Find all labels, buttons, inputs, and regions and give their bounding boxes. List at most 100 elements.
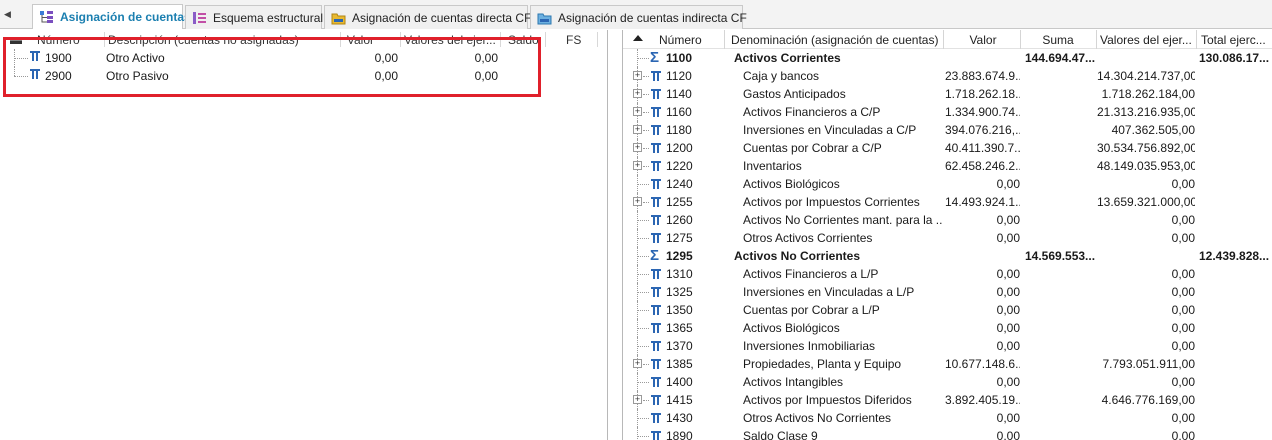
tab-scroll-left-icon[interactable]: ◀ (4, 9, 11, 20)
table-row[interactable]: +1160 Activos Financieros a C/P 1.334.900.… (623, 103, 1272, 121)
expand-icon[interactable]: + (633, 89, 642, 98)
expand-icon[interactable]: + (633, 161, 642, 170)
table-row[interactable]: +1220 Inventarios 62.458.246.2... 48.149.03… (623, 157, 1272, 175)
account-number: 1240 (666, 177, 693, 191)
account-denominacion: Propiedades, Planta y Equipo (743, 357, 902, 371)
tab-label: Asignación de cuentas indirecta CF (558, 10, 747, 25)
expand-icon[interactable]: + (633, 71, 642, 80)
account-value: 0,00 (996, 339, 1020, 353)
account-value: 62.458.246.2... (945, 159, 1020, 173)
tab-asignacion-indirecta-cf[interactable]: Asignación de cuentas indirecta CF (530, 5, 747, 29)
sort-ascending-icon[interactable] (633, 35, 643, 41)
account-number: 1200 (666, 141, 693, 155)
table-row[interactable]: 1370 Inversiones Inmobiliarias 0,00 0,00 (623, 337, 1272, 355)
account-value: 394.076.216,... (945, 123, 1020, 137)
account-prior-value: 21.313.216.935,00 (1097, 105, 1195, 119)
tab-label: Esquema estructural (213, 10, 324, 25)
tab-asignacion-cuentas[interactable]: Asignación de cuentas (32, 4, 191, 29)
account-icon (651, 179, 661, 189)
expand-icon[interactable]: + (633, 197, 642, 206)
account-value: 1.334.900.74... (945, 105, 1020, 119)
account-prior-value: 48.149.035.953,00 (1097, 159, 1195, 173)
account-value: 0,00 (996, 213, 1020, 227)
account-value: 0,00 (996, 321, 1020, 335)
sum-row[interactable]: Σ 1100 Activos Corrientes 144.694.47... 130.… (623, 49, 1272, 67)
account-number: 1260 (666, 213, 693, 227)
right-table-header: Número Denominación (asignación de cuent… (623, 30, 1272, 49)
tab-bar: ◀ Asignación de cuentas Esquema estructu… (0, 0, 1272, 29)
account-icon (651, 269, 661, 279)
account-icon (651, 125, 661, 135)
column-header-fs[interactable]: FS (566, 33, 586, 47)
account-denominacion: Caja y bancos (743, 69, 820, 83)
hierarchy-icon (39, 10, 54, 24)
column-header-numero[interactable]: Número (659, 33, 723, 47)
tab-label: Asignación de cuentas (60, 10, 191, 24)
expand-icon[interactable]: + (633, 143, 642, 152)
table-row[interactable]: 1430 Otros Activos No Corrientes 0,00 0,00 (623, 409, 1272, 427)
account-number: 1365 (666, 321, 693, 335)
account-sum: 144.694.47... (1025, 51, 1096, 65)
table-row[interactable]: 1275 Otros Activos Corrientes 0,00 0,00 (623, 229, 1272, 247)
account-number: 1295 (666, 249, 693, 263)
column-header-total-ejercicio[interactable]: Total ejerc... (1201, 33, 1272, 47)
account-value: 23.883.674.9... (945, 69, 1020, 83)
tab-esquema-estructural[interactable]: Esquema estructural (185, 5, 324, 29)
account-prior-value: 0,00 (1171, 339, 1195, 353)
column-header-valores-ejercicio[interactable]: Valores del ejer... (1100, 33, 1195, 47)
account-denominacion: Activos Financieros a C/P (743, 105, 881, 119)
table-row[interactable]: 1365 Activos Biológicos 0,00 0,00 (623, 319, 1272, 337)
account-icon (651, 377, 661, 387)
table-row[interactable]: +1180 Inversiones en Vinculadas a C/P 394.… (623, 121, 1272, 139)
table-row[interactable]: 1350 Cuentas por Cobrar a L/P 0,00 0,00 (623, 301, 1272, 319)
account-prior-value: 4.646.776.169,00 (1101, 393, 1195, 407)
table-row[interactable]: 1325 Inversiones en Vinculadas a L/P 0,00 0… (623, 283, 1272, 301)
column-header-suma[interactable]: Suma (1023, 33, 1093, 47)
sum-row[interactable]: Σ 1295 Activos No Corrientes 14.569.553... 1… (623, 247, 1272, 265)
account-denominacion: Gastos Anticipados (743, 87, 846, 101)
account-prior-value: 0,00 (1171, 267, 1195, 281)
account-denominacion: Activos Biológicos (743, 177, 840, 191)
table-row[interactable]: 1240 Activos Biológicos 0,00 0,00 (623, 175, 1272, 193)
structure-icon (192, 11, 207, 25)
table-row[interactable]: 1260 Activos No Corrientes mant. para la … (623, 211, 1272, 229)
column-header-valor[interactable]: Valor (947, 33, 1019, 47)
table-row[interactable]: 1310 Activos Financieros a L/P 0,00 0,00 (623, 265, 1272, 283)
account-value: 0,00 (996, 231, 1020, 245)
account-prior-value: 0,00 (1171, 213, 1195, 227)
column-header-denominacion[interactable]: Denominación (asignación de cuentas) (731, 33, 941, 47)
table-row[interactable]: +1385 Propiedades, Planta y Equipo 10.677.… (623, 355, 1272, 373)
account-prior-value: 0,00 (1171, 321, 1195, 335)
tab-asignacion-directa-cf[interactable]: Asignación de cuentas directa CF (324, 5, 531, 29)
table-row[interactable]: +1415 Activos por Impuestos Diferidos 3.89… (623, 391, 1272, 409)
account-value: 40.411.390.7... (945, 141, 1020, 155)
account-icon (651, 161, 661, 171)
expand-icon[interactable]: + (633, 125, 642, 134)
account-icon (651, 89, 661, 99)
account-icon (651, 413, 661, 423)
account-denominacion: Otros Activos No Corrientes (743, 411, 892, 425)
expand-icon[interactable]: + (633, 359, 642, 368)
table-row[interactable]: +1255 Activos por Impuestos Corrientes 14.… (623, 193, 1272, 211)
account-prior-value: 0,00 (1171, 303, 1195, 317)
account-value: 0,00 (996, 375, 1020, 389)
account-total: 12.439.828... (1199, 249, 1270, 263)
account-denominacion: Activos por Impuestos Corrientes (743, 195, 920, 209)
account-number: 1220 (666, 159, 693, 173)
account-number: 1100 (666, 51, 693, 65)
account-sum: 14.569.553... (1025, 249, 1096, 263)
account-number: 1430 (666, 411, 693, 425)
table-row[interactable]: 1400 Activos Intangibles 0,00 0,00 (623, 373, 1272, 391)
expand-icon[interactable]: + (633, 395, 642, 404)
table-row[interactable]: +1120 Caja y bancos 23.883.674.9... 14.304.… (623, 67, 1272, 85)
expand-icon[interactable]: + (633, 107, 642, 116)
table-row[interactable]: +1200 Cuentas por Cobrar a C/P 40.411.390.… (623, 139, 1272, 157)
account-value: 0,00 (996, 303, 1020, 317)
account-denominacion: Inversiones en Vinculadas a C/P (743, 123, 917, 137)
account-prior-value: 7.793.051.911,00 (1102, 357, 1195, 371)
account-prior-value: 1.718.262.184,00 (1101, 87, 1195, 101)
account-icon (651, 215, 661, 225)
table-row[interactable]: 1890 Saldo Clase 9 0,00 0,00 (623, 427, 1272, 440)
table-row[interactable]: +1140 Gastos Anticipados 1.718.262.18... 1.… (623, 85, 1272, 103)
account-number: 1325 (666, 285, 693, 299)
